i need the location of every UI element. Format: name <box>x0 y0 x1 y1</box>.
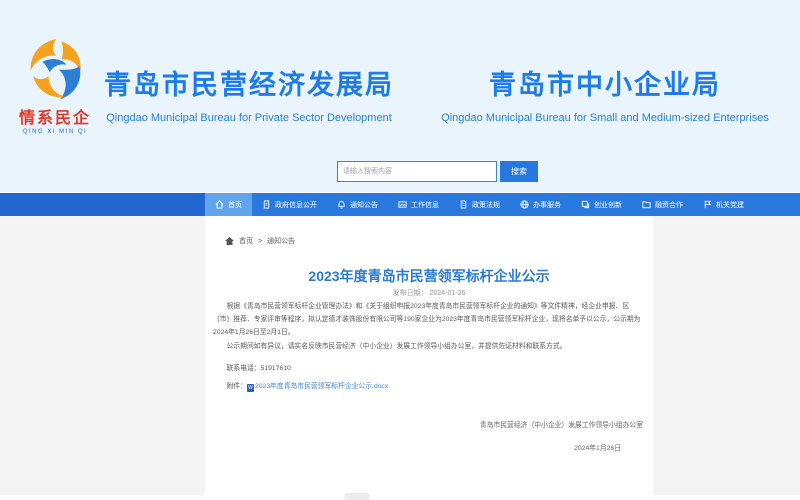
attachment-link[interactable]: 2023年度青岛市民营领军标杆企业公示.docx <box>255 383 388 390</box>
attachment-line: 附件：W 2023年度青岛市民营领军标杆企业公示.docx <box>213 380 645 393</box>
nav-item-party-building[interactable]: 机关党建 <box>693 193 754 216</box>
home-icon <box>225 237 234 245</box>
attachment-label: 附件： <box>226 383 247 390</box>
publish-date-value: 2024-01-26 <box>429 290 466 297</box>
logo-emblem-icon <box>30 39 81 100</box>
nav-item-home[interactable]: 首页 <box>205 193 252 216</box>
article-title: 2023年度青岛市民营领军标杆企业公示 <box>308 268 550 284</box>
nav-item-label: 工作信息 <box>411 201 439 209</box>
article-paragraph-2: 公示期间如有异议，请实名反映市民营经济（中小企业）发展工作领导小组办公室，并提供… <box>226 343 567 350</box>
main-nav-items: 首页 政府信息公开 通知公告 工作信息 政策法规 办事服务 创业创新 融资合作 … <box>205 193 800 216</box>
nav-item-financing[interactable]: 融资合作 <box>632 193 693 216</box>
nav-item-work-info[interactable]: 工作信息 <box>388 193 449 216</box>
nav-item-innovation[interactable]: 创业创新 <box>571 193 632 216</box>
breadcrumb-current[interactable]: 通知公告 <box>267 236 295 246</box>
article-card: 首页 > 通知公告 2023年度青岛市民营领军标杆企业公示 发布日期： 2024… <box>205 216 653 495</box>
bureau-private-sector: 青岛市民营经济发展局 Qingdao Municipal Bureau for … <box>84 62 414 128</box>
copy-icon <box>581 200 590 209</box>
nav-item-label: 首页 <box>228 201 242 209</box>
search-input[interactable] <box>337 161 497 182</box>
nav-item-label: 创业创新 <box>594 201 622 209</box>
bureau2-title: 青岛市中小企业局 <box>489 70 721 100</box>
footer-peek <box>344 493 370 500</box>
nav-item-label: 政府信息公开 <box>275 201 317 209</box>
signature-office: 青岛市民营经济（中小企业）发展工作领导小组办公室 <box>479 422 643 429</box>
contact-phone: 联系电话：51917610 <box>226 365 291 372</box>
document-icon <box>263 200 270 209</box>
nav-item-notices[interactable]: 通知公告 <box>327 193 388 216</box>
page: 情系民企 QING XI MIN QI 青岛市民营经济发展局 Qingdao M… <box>0 0 800 500</box>
nav-item-label: 通知公告 <box>350 201 378 209</box>
bureau1-title: 青岛市民营经济发展局 <box>104 70 394 100</box>
globe-icon <box>520 200 529 209</box>
nav-item-services[interactable]: 办事服务 <box>510 193 571 216</box>
nav-item-label: 政策法规 <box>472 201 500 209</box>
bureau1-subtitle: Qingdao Municipal Bureau for Private Sec… <box>106 112 392 124</box>
bureau2-subtitle: Qingdao Municipal Bureau for Small and M… <box>441 112 769 124</box>
article-paragraph-1: 根据《青岛市民营领军标杆企业管理办法》和《关于组织申报2023年度青岛市民营领军… <box>213 303 641 336</box>
nav-item-label: 办事服务 <box>533 201 561 209</box>
nav-item-label: 机关党建 <box>716 201 744 209</box>
nav-item-label: 融资合作 <box>655 201 683 209</box>
nav-item-policies[interactable]: 政策法规 <box>449 193 510 216</box>
publish-date: 发布日期： 2024-01-26 <box>205 288 653 298</box>
publish-date-label: 发布日期： <box>392 290 428 297</box>
breadcrumb-home[interactable]: 首页 <box>239 236 253 246</box>
bureau-sme: 青岛市中小企业局 Qingdao Municipal Bureau for Sm… <box>420 62 790 128</box>
breadcrumb: 首页 > 通知公告 <box>225 236 295 246</box>
logo-text-en: QING XI MIN QI <box>22 129 88 135</box>
search-button[interactable]: 搜索 <box>500 161 538 182</box>
bell-icon <box>338 200 345 209</box>
left-gutter <box>0 216 205 495</box>
site-header: 情系民企 QING XI MIN QI 青岛市民营经济发展局 Qingdao M… <box>0 0 800 192</box>
nav-item-gov-info[interactable]: 政府信息公开 <box>252 193 327 216</box>
breadcrumb-separator: > <box>258 237 263 245</box>
right-gutter <box>653 216 800 495</box>
flag-icon <box>704 200 712 209</box>
picture-icon <box>398 201 407 208</box>
signature-date: 2024年1月26日 <box>574 445 621 452</box>
scroll-icon <box>460 200 467 209</box>
home-icon <box>215 200 224 209</box>
folder-icon <box>642 201 651 209</box>
word-doc-icon: W <box>246 384 254 392</box>
main-nav: 首页 政府信息公开 通知公告 工作信息 政策法规 办事服务 创业创新 融资合作 … <box>0 193 800 216</box>
search-bar: 搜索 <box>337 161 538 183</box>
